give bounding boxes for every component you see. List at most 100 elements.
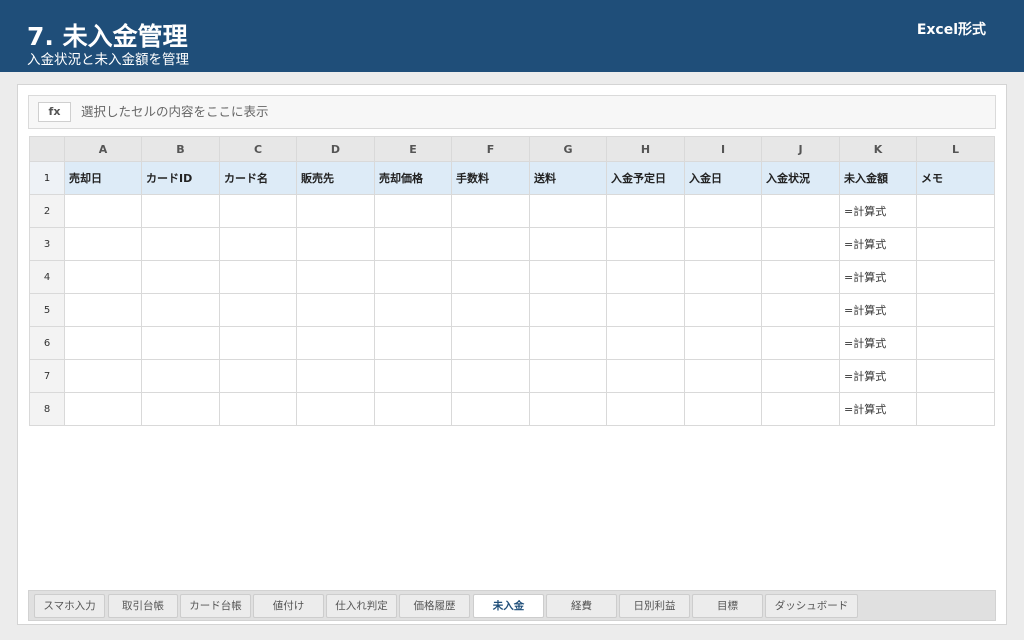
table-cell[interactable]: [529, 392, 607, 426]
table-cell[interactable]: [219, 260, 297, 294]
table-cell[interactable]: =計算式: [839, 194, 917, 228]
table-header-cell[interactable]: 入金日: [684, 161, 762, 195]
grid-corner[interactable]: [29, 136, 65, 162]
table-cell[interactable]: [916, 293, 995, 327]
row-number[interactable]: 5: [29, 293, 65, 327]
table-cell[interactable]: [529, 194, 607, 228]
sheet-tab[interactable]: 取引台帳: [108, 594, 178, 618]
table-cell[interactable]: [219, 293, 297, 327]
sheet-tab[interactable]: 日別利益: [619, 594, 690, 618]
table-cell[interactable]: [451, 359, 530, 393]
table-cell[interactable]: [296, 194, 375, 228]
table-cell[interactable]: [374, 194, 452, 228]
table-cell[interactable]: [296, 293, 375, 327]
table-cell[interactable]: [219, 359, 297, 393]
table-cell[interactable]: [761, 194, 840, 228]
column-header-k[interactable]: K: [839, 136, 917, 162]
table-cell[interactable]: [529, 293, 607, 327]
table-cell[interactable]: =計算式: [839, 326, 917, 360]
table-cell[interactable]: [916, 392, 995, 426]
table-cell[interactable]: [296, 227, 375, 261]
table-header-cell[interactable]: カード名: [219, 161, 297, 195]
table-cell[interactable]: [64, 326, 142, 360]
column-header-f[interactable]: F: [451, 136, 530, 162]
sheet-tab[interactable]: 未入金: [473, 594, 544, 618]
table-cell[interactable]: [374, 227, 452, 261]
table-cell[interactable]: [761, 392, 840, 426]
sheet-tab[interactable]: 目標: [692, 594, 763, 618]
table-cell[interactable]: [606, 359, 685, 393]
table-cell[interactable]: [916, 227, 995, 261]
table-cell[interactable]: [219, 194, 297, 228]
table-cell[interactable]: [64, 392, 142, 426]
table-cell[interactable]: [141, 326, 220, 360]
table-cell[interactable]: [64, 194, 142, 228]
table-cell[interactable]: [529, 359, 607, 393]
sheet-tab[interactable]: 経費: [546, 594, 617, 618]
table-cell[interactable]: [374, 260, 452, 294]
table-cell[interactable]: [761, 260, 840, 294]
column-header-j[interactable]: J: [761, 136, 840, 162]
row-number[interactable]: 2: [29, 194, 65, 228]
table-cell[interactable]: [684, 359, 762, 393]
table-cell[interactable]: [916, 194, 995, 228]
table-cell[interactable]: [761, 227, 840, 261]
table-header-cell[interactable]: カードID: [141, 161, 220, 195]
table-cell[interactable]: [916, 260, 995, 294]
column-header-l[interactable]: L: [916, 136, 995, 162]
table-cell[interactable]: [761, 359, 840, 393]
table-cell[interactable]: [606, 293, 685, 327]
table-cell[interactable]: [916, 326, 995, 360]
table-cell[interactable]: [374, 359, 452, 393]
table-cell[interactable]: [219, 227, 297, 261]
row-number[interactable]: 3: [29, 227, 65, 261]
table-cell[interactable]: =計算式: [839, 359, 917, 393]
column-header-g[interactable]: G: [529, 136, 607, 162]
table-cell[interactable]: [529, 227, 607, 261]
table-cell[interactable]: [684, 194, 762, 228]
table-cell[interactable]: [64, 359, 142, 393]
table-cell[interactable]: [606, 227, 685, 261]
table-cell[interactable]: [606, 392, 685, 426]
table-cell[interactable]: [296, 359, 375, 393]
table-cell[interactable]: =計算式: [839, 260, 917, 294]
table-header-cell[interactable]: 送料: [529, 161, 607, 195]
sheet-tab[interactable]: 価格履歴: [399, 594, 470, 618]
table-header-cell[interactable]: 手数料: [451, 161, 530, 195]
table-cell[interactable]: [529, 260, 607, 294]
sheet-tab[interactable]: スマホ入力: [34, 594, 105, 618]
table-cell[interactable]: [529, 326, 607, 360]
table-cell[interactable]: [684, 227, 762, 261]
table-header-cell[interactable]: 入金予定日: [606, 161, 685, 195]
table-cell[interactable]: [684, 326, 762, 360]
table-cell[interactable]: [141, 227, 220, 261]
table-cell[interactable]: =計算式: [839, 293, 917, 327]
table-cell[interactable]: [684, 392, 762, 426]
table-cell[interactable]: [296, 260, 375, 294]
table-header-cell[interactable]: 売却日: [64, 161, 142, 195]
table-cell[interactable]: [374, 293, 452, 327]
table-cell[interactable]: [141, 260, 220, 294]
table-cell[interactable]: [141, 293, 220, 327]
table-cell[interactable]: [606, 326, 685, 360]
column-header-b[interactable]: B: [141, 136, 220, 162]
table-cell[interactable]: [606, 194, 685, 228]
sheet-tab[interactable]: 値付け: [253, 594, 324, 618]
table-cell[interactable]: [64, 260, 142, 294]
table-cell[interactable]: [451, 293, 530, 327]
table-cell[interactable]: [451, 326, 530, 360]
table-cell[interactable]: [684, 260, 762, 294]
row-number[interactable]: 8: [29, 392, 65, 426]
table-cell[interactable]: [141, 194, 220, 228]
table-cell[interactable]: [296, 392, 375, 426]
table-cell[interactable]: [451, 260, 530, 294]
table-header-cell[interactable]: 入金状況: [761, 161, 840, 195]
table-cell[interactable]: [374, 326, 452, 360]
formula-bar[interactable]: fx 選択したセルの内容をここに表示: [28, 95, 996, 129]
row-number[interactable]: 1: [29, 161, 65, 195]
table-header-cell[interactable]: 売却価格: [374, 161, 452, 195]
table-cell[interactable]: [296, 326, 375, 360]
table-cell[interactable]: [374, 392, 452, 426]
table-cell[interactable]: [141, 392, 220, 426]
sheet-tab[interactable]: カード台帳: [180, 594, 251, 618]
